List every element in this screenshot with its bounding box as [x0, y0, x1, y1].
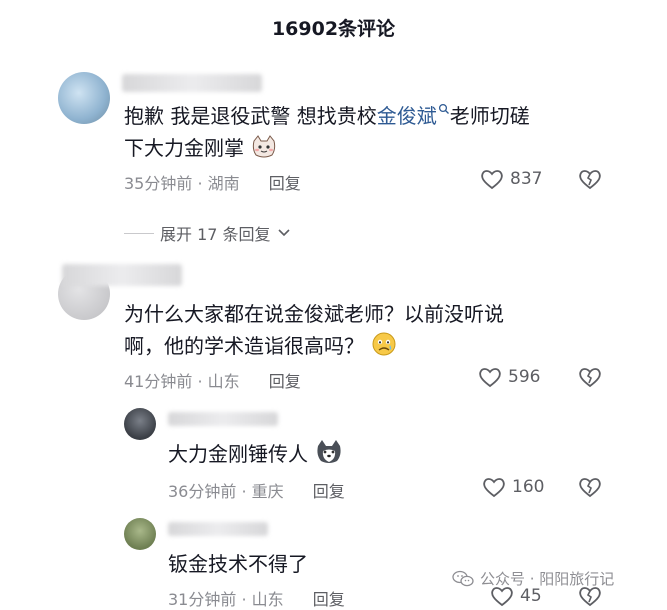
username-blurred[interactable]: [122, 74, 262, 92]
username-blurred[interactable]: [62, 264, 182, 286]
watermark-text: 公众号 · 阳阳旅行记: [480, 570, 615, 588]
comment-text-part: 老师切磋: [449, 104, 530, 128]
anxious-face-emoji-icon: [372, 332, 396, 356]
username-blurred[interactable]: [168, 522, 268, 536]
broken-heart-icon: [579, 368, 601, 388]
timestamp: 31分钟前: [168, 590, 237, 609]
search-icon: [438, 103, 449, 114]
husky-emoji-icon: [317, 440, 341, 463]
dislike-button[interactable]: [578, 476, 602, 498]
reply-button[interactable]: 回复: [269, 174, 301, 193]
like-count: 45: [520, 586, 542, 606]
reply-text: 大力金刚锤传人: [168, 438, 344, 470]
location: 湖南: [207, 174, 240, 193]
heart-outline-icon: [481, 170, 503, 190]
like-button[interactable]: 837: [480, 168, 542, 190]
chevron-down-icon: [277, 229, 290, 237]
broken-heart-icon: [579, 478, 601, 498]
like-count: 837: [510, 169, 543, 189]
dislike-button[interactable]: [578, 366, 602, 388]
location: 山东: [251, 590, 284, 609]
location: 山东: [207, 372, 240, 391]
avatar[interactable]: [58, 72, 110, 124]
location: 重庆: [251, 482, 284, 501]
broken-heart-icon: [579, 170, 601, 190]
reply-button[interactable]: 回复: [269, 372, 301, 391]
comment-text: 为什么大家都在说金俊斌老师？以前没听说: [124, 302, 504, 326]
timestamp: 36分钟前: [168, 482, 237, 501]
comment-text-line2: 下大力金刚掌: [124, 132, 278, 164]
reply-meta: 31分钟前 · 山东 回复: [168, 590, 345, 609]
comment-text: 抱歉 我是退役武警 想找贵校金俊斌 老师切磋: [124, 100, 624, 132]
username-blurred[interactable]: [168, 412, 278, 426]
comment-text-line2: 啊，他的学术造诣很高吗？: [124, 330, 398, 362]
heart-outline-icon: [479, 368, 501, 388]
avatar[interactable]: [124, 408, 156, 440]
expand-replies-button[interactable]: 展开 17 条回复: [124, 221, 291, 245]
dislike-button[interactable]: [578, 168, 602, 190]
wechat-icon: [452, 570, 474, 586]
heart-outline-icon: [483, 478, 505, 498]
comment-text-part: 抱歉 我是退役武警 想找贵校: [124, 104, 377, 128]
like-count: 596: [508, 367, 541, 387]
comment-count-title: 16902条评论: [271, 18, 396, 40]
comment-meta: 41分钟前 · 山东 回复: [124, 372, 301, 391]
divider: [124, 232, 154, 234]
like-button[interactable]: 596: [478, 366, 540, 388]
like-button[interactable]: 160: [482, 476, 544, 498]
reply-meta: 36分钟前 · 重庆 回复: [168, 482, 345, 501]
timestamp: 35分钟前: [124, 174, 193, 193]
reply-text: 钣金技术不得了: [168, 552, 308, 576]
cat-emoji-icon: [253, 135, 276, 158]
mention-link[interactable]: 金俊斌: [377, 103, 450, 128]
timestamp: 41分钟前: [124, 372, 193, 391]
reply-button[interactable]: 回复: [313, 482, 345, 501]
avatar[interactable]: [124, 518, 156, 550]
comment-meta: 35分钟前 · 湖南 回复: [124, 174, 301, 193]
watermark: 公众号 · 阳阳旅行记: [452, 568, 614, 589]
reply-button[interactable]: 回复: [313, 590, 345, 609]
like-count: 160: [512, 477, 545, 497]
